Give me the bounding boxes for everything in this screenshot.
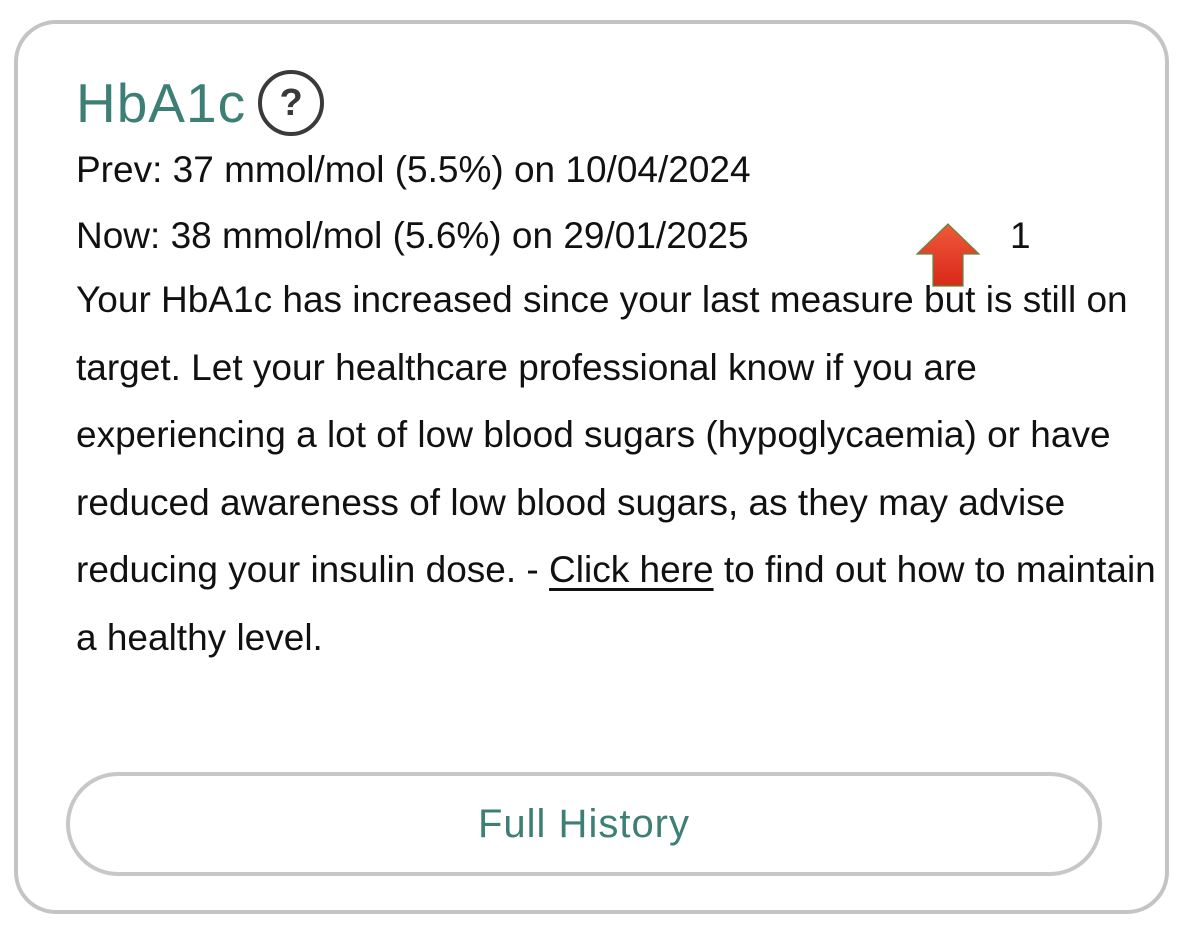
message-text: Your HbA1c has increased since your last… — [76, 279, 1128, 590]
card-title: HbA1c — [76, 72, 247, 134]
title-row: HbA1c ? — [76, 68, 325, 138]
previous-reading: Prev: 37 mmol/mol (5.5%) on 10/04/2024 — [76, 146, 751, 194]
previous-label: Prev: — [76, 149, 163, 190]
change-value: 1 — [1010, 215, 1031, 256]
hba1c-card: HbA1c ? Prev: 37 mmol/mol (5.5%) on 10/0… — [14, 20, 1169, 914]
current-label: Now: — [76, 215, 161, 256]
previous-value: 37 mmol/mol (5.5%) on 10/04/2024 — [172, 149, 751, 190]
click-here-link[interactable]: Click here — [549, 549, 714, 590]
help-icon[interactable]: ? — [258, 70, 325, 136]
guidance-message: Your HbA1c has increased since your last… — [76, 266, 1156, 671]
full-history-button[interactable]: Full History — [66, 772, 1102, 876]
current-reading: Now: 38 mmol/mol (5.6%) on 29/01/2025 — [76, 212, 749, 260]
current-value: 38 mmol/mol (5.6%) on 29/01/2025 — [170, 215, 749, 256]
